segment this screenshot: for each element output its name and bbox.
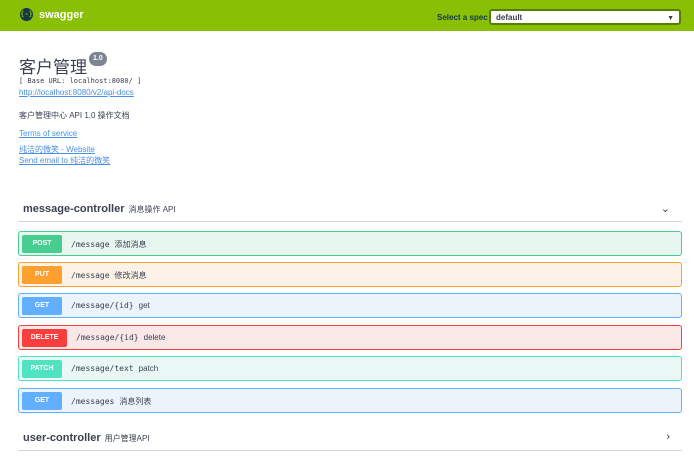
chevron-right-icon[interactable]: ›	[666, 431, 670, 443]
operation-patch[interactable]: PATCH/message/text patch	[18, 356, 682, 381]
path-text: /message/text	[71, 364, 134, 373]
tag-message-controller[interactable]: message-controller 消息操作 API ⌄	[18, 198, 682, 222]
contact-website-link[interactable]: 纯洁的微笑 - Website	[19, 144, 95, 155]
operation-summary: 消息列表	[119, 397, 152, 406]
operation-path: /message 修改消息	[71, 270, 147, 281]
swagger-logo-icon: {-}	[20, 8, 33, 21]
method-badge: DELETE	[22, 329, 67, 347]
operation-summary: 修改消息	[114, 271, 147, 280]
tag-description: 用户管理API	[104, 434, 150, 443]
tag-description: 消息操作 API	[128, 205, 176, 214]
method-badge: POST	[22, 235, 62, 253]
operation-path: /message/{id} get	[71, 301, 150, 310]
method-badge: PATCH	[22, 360, 62, 378]
api-docs-link[interactable]: http://localhost:8080/v2/api-docs	[19, 88, 134, 97]
operation-path: /message/text patch	[71, 364, 158, 373]
operation-path: /message/{id} delete	[76, 333, 165, 342]
tag-user-controller[interactable]: user-controller 用户管理API ›	[18, 427, 682, 451]
path-text: /message	[71, 240, 110, 249]
swagger-logo[interactable]: {-} swagger	[20, 8, 84, 21]
terms-of-service-link[interactable]: Terms of service	[19, 129, 77, 138]
api-description: 客户管理中心 API 1.0 操作文档	[19, 111, 130, 120]
operation-path: /message 添加消息	[71, 239, 147, 250]
method-badge: PUT	[22, 266, 62, 284]
api-title: 客户管理	[19, 58, 87, 78]
spec-select-value: default	[496, 13, 523, 22]
method-badge: GET	[22, 297, 62, 315]
top-bar: {-} swagger Select a spec default ▼	[0, 0, 694, 31]
chevron-down-icon: ▼	[667, 15, 674, 22]
operation-put[interactable]: PUT/message 修改消息	[18, 262, 682, 287]
method-badge: GET	[22, 392, 62, 410]
swagger-logo-text: swagger	[39, 8, 84, 21]
contact-email-link[interactable]: Send email to 纯洁的微笑	[19, 155, 110, 166]
operation-summary: get	[138, 301, 150, 310]
path-text: /message	[71, 271, 110, 280]
operation-get[interactable]: GET/messages 消息列表	[18, 388, 682, 413]
operation-path: /messages 消息列表	[71, 396, 151, 407]
operation-delete[interactable]: DELETE/message/{id} delete	[18, 325, 682, 350]
tag-name: user-controller 用户管理API	[23, 432, 150, 444]
path-text: /message/{id}	[71, 301, 134, 310]
chevron-down-icon[interactable]: ⌄	[661, 202, 670, 215]
operation-post[interactable]: POST/message 添加消息	[18, 231, 682, 256]
spec-select[interactable]: default ▼	[489, 9, 681, 25]
base-url: [ Base URL: localhost:8080/ ]	[19, 77, 142, 85]
tag-name: message-controller 消息操作 API	[23, 203, 176, 215]
path-text: /message/{id}	[76, 333, 139, 342]
select-spec-label: Select a spec	[437, 13, 488, 22]
operation-summary: patch	[138, 364, 159, 373]
operation-get[interactable]: GET/message/{id} get	[18, 293, 682, 318]
operation-summary: 添加消息	[114, 240, 147, 249]
path-text: /messages	[71, 397, 115, 406]
version-badge: 1.0	[89, 52, 107, 66]
operation-summary: delete	[143, 333, 166, 342]
